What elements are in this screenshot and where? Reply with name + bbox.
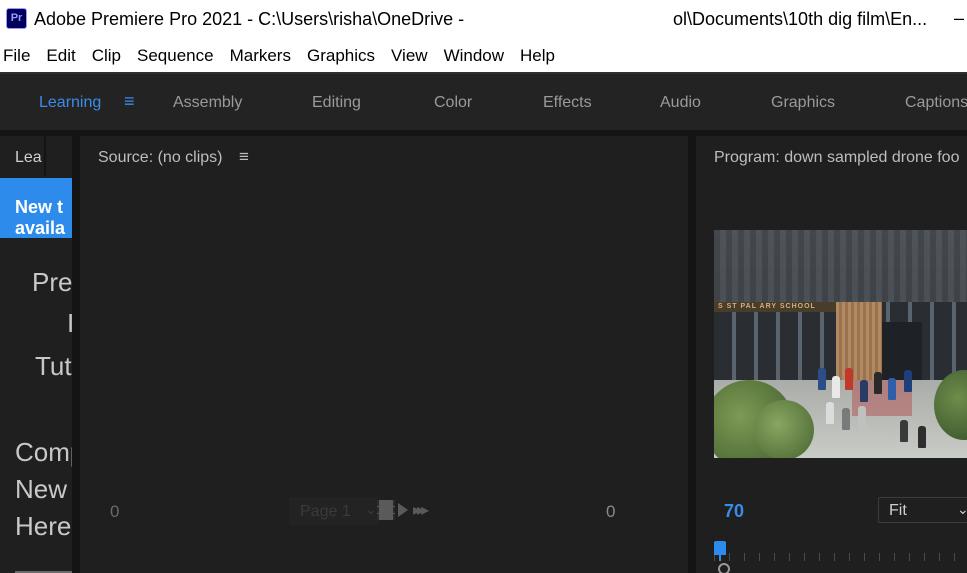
- program-playhead-timecode[interactable]: 70: [724, 501, 744, 522]
- menu-graphics[interactable]: Graphics: [306, 46, 376, 66]
- zoom-scroll-handle[interactable]: [718, 563, 730, 573]
- video-person: [818, 368, 826, 390]
- title-redaction: [520, 10, 670, 32]
- learning-panel: Lea New t availa Pre I Tut Comp New Here: [0, 136, 72, 573]
- playhead-marker[interactable]: [714, 541, 726, 555]
- menu-clip[interactable]: Clip: [91, 46, 122, 66]
- ruler-ticks: [714, 553, 967, 561]
- tab-assembly[interactable]: Assembly: [173, 94, 242, 112]
- workspace-menu-icon[interactable]: ≡: [124, 91, 135, 112]
- video-person: [860, 380, 868, 402]
- video-person: [904, 370, 912, 392]
- playhead-line: [719, 555, 721, 561]
- title-bar: Pr Adobe Premiere Pro 2021 - C:\Users\ri…: [0, 0, 967, 40]
- learning-text-line: Here: [15, 511, 72, 541]
- video-person: [858, 406, 866, 428]
- tab-effects[interactable]: Effects: [543, 94, 592, 112]
- tab-color[interactable]: Color: [434, 94, 472, 112]
- minimize-button[interactable]: –: [944, 0, 967, 40]
- source-playhead-timecode[interactable]: 0: [110, 502, 119, 522]
- banner-line-2: availa: [15, 218, 66, 238]
- film-strip-icon[interactable]: [377, 500, 395, 520]
- chevron-down-icon: ⌄: [957, 501, 967, 517]
- learning-panel-tab[interactable]: Lea: [15, 149, 42, 167]
- learning-text-line: Tut: [35, 351, 72, 381]
- play-icon[interactable]: [398, 503, 408, 517]
- tab-captions[interactable]: Captions: [905, 94, 967, 112]
- program-time-ruler[interactable]: [714, 541, 967, 573]
- menu-help[interactable]: Help: [519, 46, 556, 66]
- zoom-fit-label: Fit: [889, 502, 907, 519]
- premiere-window: Pr Adobe Premiere Pro 2021 - C:\Users\ri…: [0, 0, 967, 573]
- video-door: [882, 322, 922, 382]
- premiere-app-icon: Pr: [6, 8, 27, 29]
- tab-audio[interactable]: Audio: [660, 94, 701, 112]
- video-person: [874, 372, 882, 394]
- menu-sequence[interactable]: Sequence: [136, 46, 215, 66]
- video-person: [845, 368, 853, 390]
- window-title: Adobe Premiere Pro 2021 - C:\Users\risha…: [34, 9, 465, 29]
- program-video-frame[interactable]: S ST PAL ARY SCHOOL: [714, 230, 967, 458]
- menu-view[interactable]: View: [390, 46, 429, 66]
- source-monitor-title[interactable]: Source: (no clips): [98, 149, 223, 167]
- program-monitor: Program: down sampled drone foo S ST PAL…: [696, 136, 967, 573]
- video-school-sign-text: S ST PAL ARY SCHOOL: [718, 303, 816, 310]
- video-tree: [754, 400, 814, 458]
- banner-line-1: New t: [15, 197, 64, 217]
- source-panel-menu-icon[interactable]: ≡: [239, 147, 249, 167]
- tab-editing[interactable]: Editing: [312, 94, 361, 112]
- source-monitor: Source: (no clips) ≡ 0 Page 1 ⌄ ▸▸▸ 0: [80, 136, 688, 573]
- program-monitor-title[interactable]: Program: down sampled drone foo: [714, 149, 959, 167]
- menu-file[interactable]: File: [2, 46, 31, 66]
- panel-gutter[interactable]: [72, 136, 80, 573]
- window-title-path: ol\Documents\10th dig film\En...: [673, 9, 928, 29]
- menu-window[interactable]: Window: [443, 46, 505, 66]
- panel-gutter[interactable]: [688, 136, 696, 573]
- chevron-down-icon: ⌄: [365, 501, 377, 517]
- video-person: [918, 426, 926, 448]
- tab-learning[interactable]: Learning: [39, 94, 101, 112]
- learning-banner[interactable]: New t availa: [0, 178, 72, 238]
- tab-graphics[interactable]: Graphics: [771, 94, 835, 112]
- video-person: [842, 408, 850, 430]
- video-person: [900, 420, 908, 442]
- video-person: [888, 378, 896, 400]
- step-forward-icon[interactable]: ▸▸▸: [413, 500, 429, 520]
- menu-bar: File Edit Clip Sequence Markers Graphics…: [0, 40, 967, 72]
- learning-text-line: Comp: [15, 437, 72, 467]
- menu-markers[interactable]: Markers: [229, 46, 292, 66]
- workspace-bar: Learning ≡ Assembly Editing Color Effect…: [0, 72, 967, 130]
- learning-tab-divider: [44, 136, 46, 176]
- zoom-fit-select[interactable]: Fit ⌄: [878, 497, 967, 523]
- source-duration-timecode: 0: [606, 502, 616, 521]
- learning-text-line: New: [15, 474, 68, 504]
- video-person: [832, 376, 840, 398]
- learning-text-line: Pre: [32, 267, 72, 297]
- page-selector[interactable]: Page 1 ⌄: [289, 497, 379, 525]
- menu-edit[interactable]: Edit: [45, 46, 76, 66]
- page-label: Page 1: [300, 503, 351, 520]
- video-person: [826, 402, 834, 424]
